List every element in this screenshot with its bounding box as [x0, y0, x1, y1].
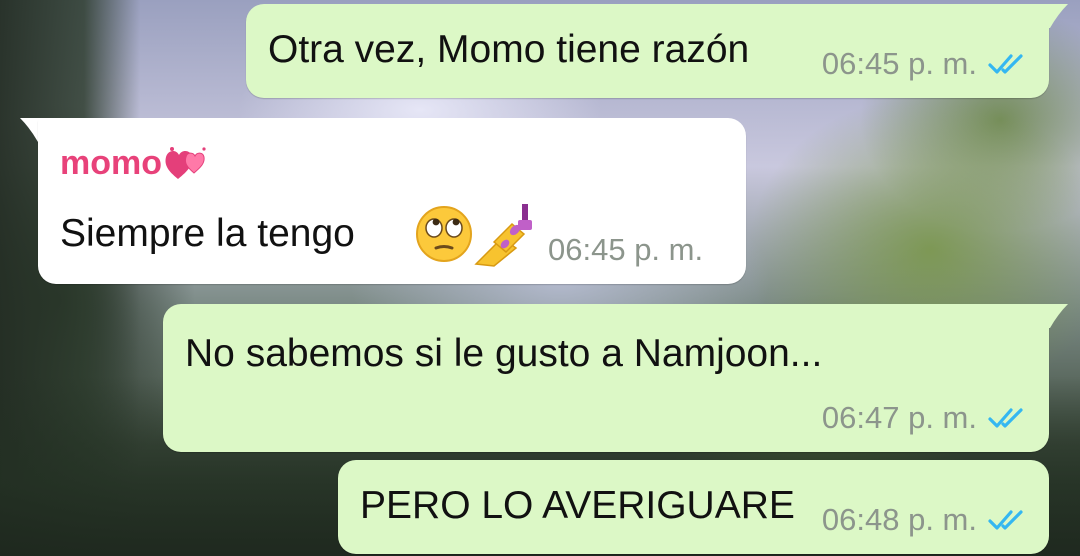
face-with-rolling-eyes-emoji [416, 206, 472, 262]
message-meta: 06:47 p. m. [822, 400, 1027, 436]
double-check-read-icon [988, 510, 1023, 530]
double-check-read-icon [988, 408, 1023, 428]
sender-name-label: momo [60, 144, 162, 182]
message-bubble-outgoing[interactable]: PERO LO AVERIGUARE 06:48 p. m. [338, 460, 1049, 554]
nail-polish-emoji [474, 204, 532, 267]
message-meta: 06:45 p. m. [548, 232, 703, 268]
message-bubble-outgoing[interactable]: Otra vez, Momo tiene razón 06:45 p. m. [246, 4, 1049, 98]
message-text: PERO LO AVERIGUARE [360, 484, 795, 527]
message-text: Otra vez, Momo tiene razón [268, 28, 750, 71]
two-hearts-emoji [165, 146, 206, 179]
message-timestamp: 06:47 p. m. [821, 400, 977, 435]
message-bubble-incoming[interactable]: momo Siempre la tengo 06:45 p. m. [38, 118, 746, 284]
message-timestamp: 06:48 p. m. [821, 502, 977, 537]
message-timestamp: 06:45 p. m. [548, 232, 704, 267]
message-text: No sabemos si le gusto a Namjoon... [185, 332, 823, 375]
message-meta: 06:45 p. m. [822, 46, 1027, 82]
message-bubble-outgoing[interactable]: No sabemos si le gusto a Namjoon... 06:4… [163, 304, 1049, 452]
message-timestamp: 06:45 p. m. [821, 46, 977, 81]
message-meta: 06:48 p. m. [822, 502, 1027, 538]
bubble-tail [1040, 4, 1068, 28]
sender-name[interactable]: momo [60, 144, 208, 183]
message-text: Siempre la tengo [60, 212, 355, 255]
double-check-read-icon [988, 54, 1023, 74]
bubble-tail [1040, 304, 1068, 328]
